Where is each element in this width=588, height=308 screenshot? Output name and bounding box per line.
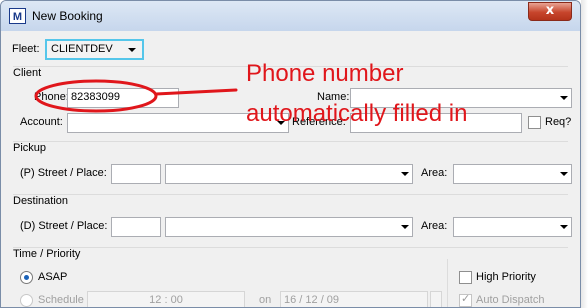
annotation-line1: Phone number — [246, 60, 404, 87]
annotation-ellipse — [34, 79, 158, 113]
annotation-line2: automatically filled in — [246, 100, 468, 127]
annotation-pointer-line — [154, 88, 238, 96]
annotation-overlay — [34, 79, 238, 113]
